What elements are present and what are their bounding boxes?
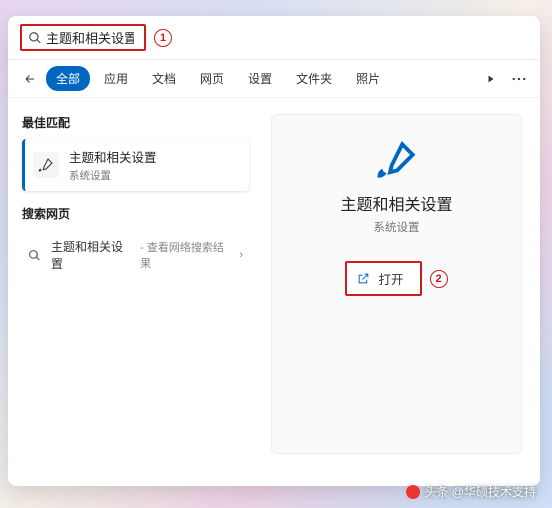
search-row: 1 xyxy=(8,16,540,60)
open-external-icon xyxy=(357,272,370,285)
step-badge-2: 2 xyxy=(430,270,448,288)
step-badge-1: 1 xyxy=(154,29,172,47)
chevron-right-icon: › xyxy=(239,249,243,261)
more-tabs-button[interactable] xyxy=(480,68,502,90)
best-match-icon-wrap xyxy=(33,152,59,178)
search-icon xyxy=(28,31,42,45)
open-button[interactable]: 打开 xyxy=(345,261,421,296)
watermark-text: 头条 @华硕技术支持 xyxy=(424,483,536,500)
preview-title: 主题和相关设置 xyxy=(340,191,452,215)
paintbrush-icon xyxy=(376,139,418,181)
search-panel: 1 全部 应用 文档 网页 设置 文件夹 照片 最佳匹配 xyxy=(8,16,540,486)
arrow-left-icon xyxy=(24,73,36,85)
best-match-title: 主题和相关设置 xyxy=(69,147,157,166)
tab-photos[interactable]: 照片 xyxy=(346,66,390,91)
tab-apps[interactable]: 应用 xyxy=(94,66,138,91)
preview-actions: 打开 2 xyxy=(345,261,447,296)
results-right-column: 主题和相关设置 系统设置 打开 2 xyxy=(253,98,540,486)
back-button[interactable] xyxy=(18,67,42,91)
search-input[interactable] xyxy=(42,28,138,47)
preview-subtitle: 系统设置 xyxy=(374,219,420,235)
watermark: 头条 @华硕技术支持 xyxy=(406,483,536,500)
best-match-item[interactable]: 主题和相关设置 系统设置 xyxy=(22,139,249,191)
tab-folders[interactable]: 文件夹 xyxy=(286,66,342,91)
web-search-hint: - 查看网络搜索结果 xyxy=(140,239,229,271)
watermark-logo-icon xyxy=(406,485,420,499)
paintbrush-icon xyxy=(38,157,54,173)
ellipsis-icon xyxy=(512,77,526,81)
results-left-column: 最佳匹配 主题和相关设置 系统设置 搜索网页 主题和相关设置 - 查看网络搜索结… xyxy=(8,98,253,486)
best-match-text: 主题和相关设置 系统设置 xyxy=(69,147,157,183)
results-body: 最佳匹配 主题和相关设置 系统设置 搜索网页 主题和相关设置 - 查看网络搜索结… xyxy=(8,98,540,486)
open-button-label: 打开 xyxy=(378,269,403,288)
section-header-web: 搜索网页 xyxy=(22,205,249,222)
play-icon xyxy=(486,74,496,84)
section-header-best-match: 最佳匹配 xyxy=(22,114,249,131)
best-match-subtitle: 系统设置 xyxy=(69,168,157,183)
tab-settings[interactable]: 设置 xyxy=(238,66,282,91)
preview-card: 主题和相关设置 系统设置 打开 2 xyxy=(271,114,522,454)
web-search-query: 主题和相关设置 xyxy=(51,238,130,272)
search-box[interactable] xyxy=(20,24,146,51)
overflow-button[interactable] xyxy=(508,68,530,90)
tabs-row: 全部 应用 文档 网页 设置 文件夹 照片 xyxy=(8,60,540,98)
search-icon xyxy=(28,249,41,262)
tab-documents[interactable]: 文档 xyxy=(142,66,186,91)
tab-web[interactable]: 网页 xyxy=(190,66,234,91)
web-search-item[interactable]: 主题和相关设置 - 查看网络搜索结果 › xyxy=(22,230,249,280)
tab-all[interactable]: 全部 xyxy=(46,66,90,91)
